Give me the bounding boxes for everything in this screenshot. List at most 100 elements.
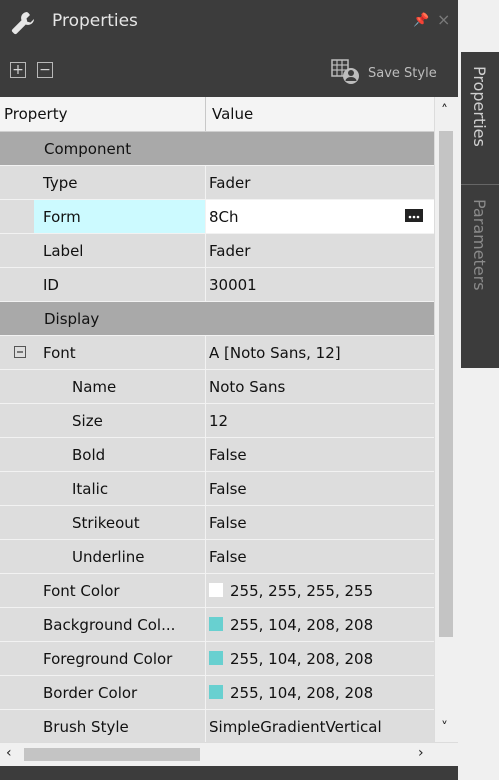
category-row[interactable]: Display <box>0 302 434 336</box>
property-value-text: 30001 <box>209 276 257 294</box>
property-row[interactable]: Type Fader <box>0 166 434 200</box>
scroll-left-icon[interactable]: ‹ <box>6 745 12 761</box>
property-name[interactable]: Name <box>34 370 205 404</box>
property-name[interactable]: Strikeout <box>34 506 205 540</box>
property-row[interactable]: Brush Style SimpleGradientVertical <box>0 710 434 742</box>
expand-all-button[interactable]: + <box>10 62 26 78</box>
property-value[interactable]: Noto Sans <box>206 370 434 404</box>
property-value[interactable]: SimpleGradientVertical <box>206 710 434 742</box>
scroll-right-icon[interactable]: › <box>418 745 424 761</box>
grid-header: Property Value <box>0 97 434 132</box>
column-divider[interactable] <box>205 97 206 131</box>
property-name[interactable]: Background Col... <box>34 608 205 642</box>
horizontal-scroll-thumb[interactable] <box>24 748 200 761</box>
property-value[interactable]: 255, 104, 208, 208 <box>206 608 434 642</box>
property-row[interactable]: Label Fader <box>0 234 434 268</box>
collapse-all-button[interactable]: − <box>37 62 53 78</box>
property-row[interactable]: ID 30001 <box>0 268 434 302</box>
property-row[interactable]: Size 12 <box>0 404 434 438</box>
property-value[interactable]: Fader <box>206 234 434 268</box>
property-value[interactable]: False <box>206 506 434 540</box>
scroll-up-icon[interactable]: ˄ <box>441 103 448 119</box>
property-value-text: 255, 255, 255, 255 <box>230 582 374 600</box>
category-row[interactable]: Component <box>0 132 434 166</box>
vertical-scroll-thumb[interactable] <box>439 131 453 637</box>
color-swatch <box>209 617 223 631</box>
tab-properties[interactable]: Properties <box>461 52 499 184</box>
property-value[interactable]: 255, 104, 208, 208 <box>206 642 434 676</box>
property-name[interactable]: Font <box>34 336 205 370</box>
property-value-text: Fader <box>209 174 251 192</box>
property-name[interactable]: Italic <box>34 472 205 506</box>
color-swatch <box>209 651 223 665</box>
property-name[interactable]: Brush Style <box>34 710 205 742</box>
property-value[interactable]: False <box>206 438 434 472</box>
property-row[interactable]: Strikeout False <box>0 506 434 540</box>
property-value-text: False <box>209 514 247 532</box>
property-row[interactable]: Border Color 255, 104, 208, 208 <box>0 676 434 710</box>
property-name[interactable]: Border Color <box>34 676 205 710</box>
property-value[interactable]: 255, 104, 208, 208 <box>206 676 434 710</box>
property-name[interactable]: Type <box>34 166 205 200</box>
row-gutter <box>0 506 34 540</box>
tab-parameters[interactable]: Parameters <box>461 184 499 368</box>
property-value[interactable]: 255, 255, 255, 255 <box>206 574 434 608</box>
row-gutter <box>0 438 34 472</box>
property-row[interactable]: Name Noto Sans <box>0 370 434 404</box>
row-gutter <box>0 268 34 302</box>
property-row[interactable]: Font A [Noto Sans, 12] <box>0 336 434 370</box>
pin-icon[interactable]: 📌 <box>413 13 429 28</box>
property-value[interactable]: False <box>206 540 434 574</box>
row-gutter <box>0 166 34 200</box>
property-value[interactable]: Fader <box>206 166 434 200</box>
property-value-text: SimpleGradientVertical <box>209 718 382 736</box>
property-row[interactable]: Bold False <box>0 438 434 472</box>
property-row[interactable]: Italic False <box>0 472 434 506</box>
property-value[interactable]: False <box>206 472 434 506</box>
row-gutter <box>0 404 34 438</box>
row-gutter <box>0 710 34 742</box>
property-row[interactable]: Underline False <box>0 540 434 574</box>
property-name[interactable]: Underline <box>34 540 205 574</box>
row-gutter <box>0 574 34 608</box>
property-value[interactable]: 12 <box>206 404 434 438</box>
property-name[interactable]: Label <box>34 234 205 268</box>
row-gutter <box>0 234 34 268</box>
color-swatch <box>209 583 223 597</box>
property-value-text: 255, 104, 208, 208 <box>230 684 374 702</box>
property-name[interactable]: Size <box>34 404 205 438</box>
close-icon[interactable]: × <box>437 10 450 29</box>
collapse-icon[interactable] <box>14 346 26 358</box>
wrench-icon <box>11 12 34 35</box>
property-name[interactable]: Font Color <box>34 574 205 608</box>
property-row[interactable]: Font Color 255, 255, 255, 255 <box>0 574 434 608</box>
panel-title: Properties <box>52 11 138 31</box>
tab-properties-label: Properties <box>470 66 489 147</box>
property-value-text: False <box>209 446 247 464</box>
property-value[interactable]: A [Noto Sans, 12] <box>206 336 434 370</box>
property-row[interactable]: Foreground Color 255, 104, 208, 208 <box>0 642 434 676</box>
property-value[interactable]: 30001 <box>206 268 434 302</box>
property-value-text: 12 <box>209 412 229 430</box>
property-row[interactable]: Background Col... 255, 104, 208, 208 <box>0 608 434 642</box>
property-row[interactable]: Form 8Ch <box>0 200 434 234</box>
property-value-text: False <box>209 480 247 498</box>
horizontal-scrollbar[interactable]: ‹ › <box>0 742 458 767</box>
ellipsis-button-icon[interactable] <box>404 209 424 223</box>
property-name[interactable]: Bold <box>34 438 205 472</box>
vertical-scrollbar[interactable]: ˄ ˅ <box>434 97 459 742</box>
side-tab-strip: Properties Parameters <box>458 0 499 780</box>
property-name[interactable]: Foreground Color <box>34 642 205 676</box>
title-bar[interactable]: Properties 📌 × <box>0 0 458 44</box>
property-name[interactable]: ID <box>34 268 205 302</box>
property-value-text: False <box>209 548 247 566</box>
property-column-header[interactable]: Property <box>4 105 67 123</box>
value-column-header[interactable]: Value <box>212 105 253 123</box>
tab-parameters-label: Parameters <box>470 199 489 291</box>
form-value-field[interactable]: 8Ch <box>206 200 434 234</box>
save-style-label: Save Style <box>368 66 437 81</box>
property-value-text: Fader <box>209 242 251 260</box>
scroll-down-icon[interactable]: ˅ <box>441 720 448 736</box>
row-gutter <box>0 642 34 676</box>
property-name[interactable]: Form <box>34 200 205 234</box>
